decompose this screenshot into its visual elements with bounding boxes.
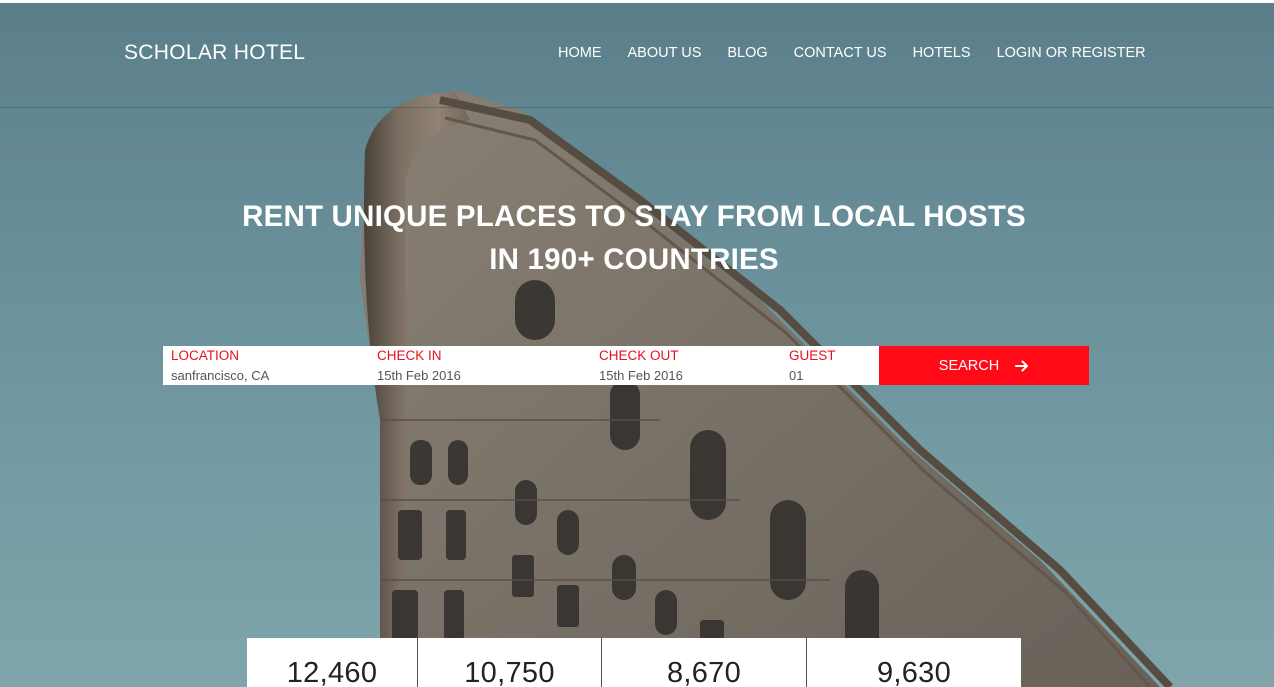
stat-item: 9,630 — [807, 638, 1021, 687]
stat-value: 9,630 — [876, 657, 952, 687]
stat-value: 8,670 — [666, 657, 742, 687]
location-field: LOCATION — [171, 346, 351, 385]
location-input[interactable] — [171, 368, 351, 383]
check-in-input[interactable] — [377, 368, 557, 383]
stat-item: 8,670 — [602, 638, 807, 687]
navbar: SCHOLAR HOTEL HOME ABOUT US BLOG CONTACT… — [0, 3, 1274, 108]
nav-login-register[interactable]: LOGIN OR REGISTER — [997, 45, 1146, 61]
guest-field: GUEST — [789, 346, 869, 385]
guest-input[interactable] — [789, 368, 869, 383]
search-form: LOCATION CHECK IN CHECK OUT GUEST SEARCH — [163, 346, 1089, 385]
headline-line-1: RENT UNIQUE PLACES TO STAY FROM LOCAL HO… — [242, 200, 1026, 233]
arrow-right-icon — [1015, 360, 1029, 371]
check-in-field: CHECK IN — [377, 346, 557, 385]
check-out-field: CHECK OUT — [599, 346, 779, 385]
hero-headline: RENT UNIQUE PLACES TO STAY FROM LOCAL HO… — [0, 195, 1268, 281]
stat-value: 12,460 — [286, 657, 378, 687]
check-out-input[interactable] — [599, 368, 779, 383]
search-button-label: SEARCH — [938, 357, 1000, 374]
nav-home[interactable]: HOME — [558, 45, 602, 61]
headline-line-2: IN 190+ COUNTRIES — [489, 243, 779, 276]
nav-hotels[interactable]: HOTELS — [913, 45, 971, 61]
stat-value: 10,750 — [464, 657, 555, 687]
search-button[interactable]: SEARCH — [879, 346, 1089, 385]
nav-about-us[interactable]: ABOUT US — [628, 45, 702, 61]
stats-strip: 12,460 10,750 8,670 9,630 — [247, 638, 1021, 687]
stat-item: 10,750 — [418, 638, 602, 687]
stat-item: 12,460 — [247, 638, 418, 687]
search-fields: LOCATION CHECK IN CHECK OUT GUEST — [163, 346, 879, 385]
nav-blog[interactable]: BLOG — [727, 45, 767, 61]
location-label: LOCATION — [171, 348, 240, 363]
nav-contact-us[interactable]: CONTACT US — [794, 45, 887, 61]
guest-label: GUEST — [789, 348, 836, 363]
check-out-label: CHECK OUT — [599, 348, 679, 363]
nav-links: HOME ABOUT US BLOG CONTACT US HOTELS LOG… — [558, 45, 1146, 61]
brand-logo[interactable]: SCHOLAR HOTEL — [124, 41, 305, 65]
check-in-label: CHECK IN — [377, 348, 442, 363]
